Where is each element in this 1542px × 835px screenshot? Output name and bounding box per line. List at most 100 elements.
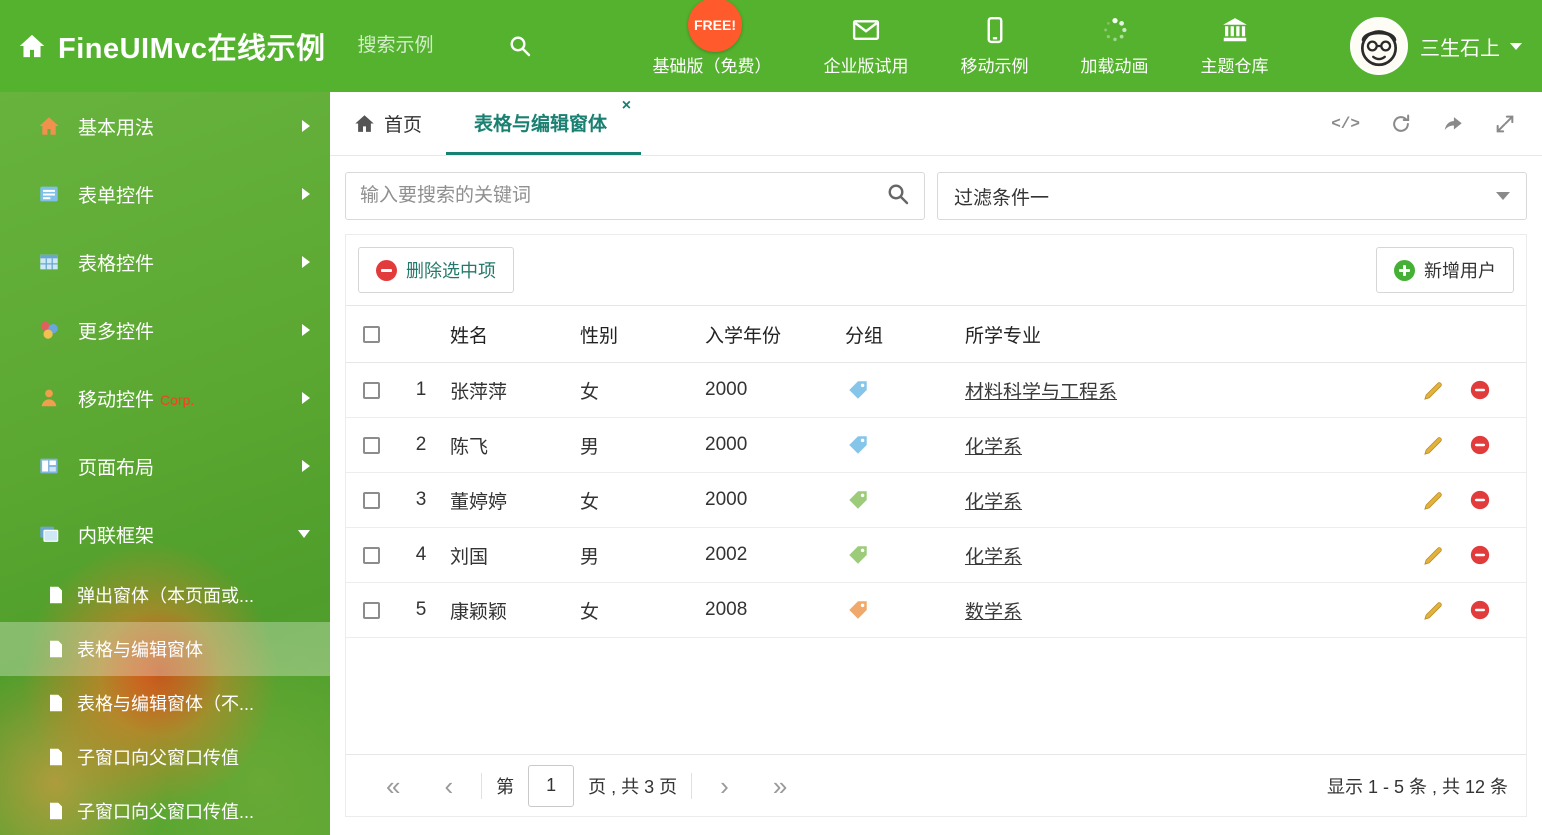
search-icon[interactable] <box>886 182 910 211</box>
row-checkbox[interactable] <box>362 436 380 454</box>
tab-grid-edit-window[interactable]: 表格与编辑窗体 × <box>446 92 642 155</box>
tag-icon <box>841 544 961 566</box>
file-icon <box>48 694 65 712</box>
major-link[interactable]: 化学系 <box>965 547 1022 568</box>
table-row: 1 张萍萍 女 2000 材料科学与工程系 <box>346 363 1526 418</box>
user-menu[interactable]: 三生石上 <box>1350 17 1522 75</box>
tag-icon <box>841 489 961 511</box>
avatar <box>1350 17 1408 75</box>
delete-button[interactable] <box>1469 489 1491 511</box>
nav-theme-store[interactable]: 主题仓库 <box>1175 15 1295 77</box>
sidebar-subitem-popup-window[interactable]: 弹出窗体（本页面或... <box>0 568 330 622</box>
tab-home[interactable]: 首页 <box>330 92 446 155</box>
filter-dropdown-value: 过滤条件一 <box>954 187 1050 209</box>
source-code-icon[interactable]: </> <box>1331 115 1360 133</box>
table-row: 2 陈飞 男 2000 化学系 <box>346 418 1526 473</box>
user-name: 三生石上 <box>1420 37 1500 60</box>
sidebar-item-mobile-controls[interactable]: 移动控件 Corp. <box>0 364 330 432</box>
main-area: 首页 表格与编辑窗体 × </> 输入要搜索的关键词 过滤条件一 删除选中项 新… <box>330 92 1542 835</box>
filter-row: 过滤条件一 <box>345 172 1527 220</box>
chevron-down-icon <box>1496 192 1510 200</box>
cell-gender: 女 <box>580 381 600 403</box>
search-icon[interactable] <box>508 34 532 58</box>
sidebar-subitem-child-to-parent-2[interactable]: 子窗口向父窗口传值... <box>0 784 330 835</box>
prev-page-button[interactable]: ‹ <box>422 773 475 799</box>
filter-dropdown[interactable]: 过滤条件一 <box>937 172 1527 220</box>
edit-button[interactable] <box>1422 434 1445 457</box>
add-user-button[interactable]: 新增用户 <box>1376 247 1514 293</box>
tag-icon <box>841 379 961 401</box>
edit-button[interactable] <box>1422 489 1445 512</box>
delete-button[interactable] <box>1469 379 1491 401</box>
file-icon <box>48 748 65 766</box>
edit-button[interactable] <box>1422 599 1445 622</box>
column-header-major: 所学专业 <box>965 325 1042 347</box>
minus-circle-icon <box>376 259 397 281</box>
page-content: 过滤条件一 删除选中项 新增用户 <box>330 156 1542 835</box>
phone-icon <box>980 15 1010 45</box>
delete-button[interactable] <box>1469 599 1491 621</box>
sidebar-item-form-controls[interactable]: 表单控件 <box>0 160 330 228</box>
nav-label: 主题仓库 <box>1200 57 1269 76</box>
delete-button[interactable] <box>1469 434 1491 456</box>
app-title: FineUIMvc在线示例 <box>58 33 326 65</box>
major-link[interactable]: 数学系 <box>965 602 1022 623</box>
sidebar-item-iframe[interactable]: 内联框架 <box>0 500 330 568</box>
layout-icon <box>38 455 62 477</box>
file-icon <box>48 640 65 658</box>
page-number-input[interactable] <box>528 764 575 807</box>
cell-name: 刘国 <box>450 546 489 568</box>
row-checkbox[interactable] <box>362 491 380 509</box>
nav-label: 基础版（免费） <box>652 57 772 76</box>
first-page-button[interactable]: « <box>364 773 422 799</box>
edit-button[interactable] <box>1422 544 1445 567</box>
header-search <box>357 34 532 58</box>
row-checkbox[interactable] <box>362 601 380 619</box>
last-page-button[interactable]: » <box>751 773 809 799</box>
tab-actions: </> <box>1331 92 1542 155</box>
nav-loading-animation[interactable]: 加载动画 <box>1055 15 1175 77</box>
sidebar-item-basic-usage[interactable]: 基本用法 <box>0 92 330 160</box>
edit-button[interactable] <box>1422 379 1445 402</box>
next-page-button[interactable]: › <box>698 773 751 799</box>
header-search-input[interactable] <box>357 35 508 57</box>
sidebar-subitem-grid-edit-window[interactable]: 表格与编辑窗体 <box>0 622 330 676</box>
chevron-right-icon <box>302 120 310 132</box>
major-link[interactable]: 材料科学与工程系 <box>965 382 1117 403</box>
refresh-icon[interactable] <box>1390 113 1412 135</box>
sidebar-subitem-child-to-parent[interactable]: 子窗口向父窗口传值 <box>0 730 330 784</box>
keyword-search-input[interactable] <box>360 185 886 207</box>
major-link[interactable]: 化学系 <box>965 492 1022 513</box>
sidebar-item-more-controls[interactable]: 更多控件 <box>0 296 330 364</box>
pagination-bar: « ‹ 第 页 , 共 3 页 › » 显示 1 - 5 条 , 共 12 条 <box>346 754 1526 816</box>
row-checkbox[interactable] <box>362 546 380 564</box>
delete-button[interactable] <box>1469 544 1491 566</box>
chevron-right-icon <box>302 460 310 472</box>
major-link[interactable]: 化学系 <box>965 437 1022 458</box>
chevron-right-icon <box>302 188 310 200</box>
delete-selected-button[interactable]: 删除选中项 <box>358 247 514 293</box>
corp-badge: Corp. <box>160 392 195 408</box>
cell-year: 2000 <box>705 379 748 400</box>
keyword-search-box <box>345 172 925 220</box>
nav-label: 企业版试用 <box>823 57 909 76</box>
app-header: FineUIMvc在线示例 FREE! 基础版（免费） 企业版试用 移动示例 <box>0 0 1542 92</box>
sidebar-item-grid-controls[interactable]: 表格控件 <box>0 228 330 296</box>
sidebar-subitem-grid-edit-window-2[interactable]: 表格与编辑窗体（不... <box>0 676 330 730</box>
cell-name: 陈飞 <box>450 436 489 458</box>
sidebar-item-page-layout[interactable]: 页面布局 <box>0 432 330 500</box>
column-header-year: 入学年份 <box>705 325 782 347</box>
app-home-icon[interactable] <box>18 32 46 60</box>
table-icon <box>38 251 62 273</box>
close-icon[interactable]: × <box>622 98 631 114</box>
fullscreen-icon[interactable] <box>1494 113 1516 135</box>
select-all-checkbox[interactable] <box>362 325 380 343</box>
nav-mobile-demo[interactable]: 移动示例 <box>935 15 1055 77</box>
nav-enterprise-trial[interactable]: 企业版试用 <box>798 15 935 77</box>
row-checkbox[interactable] <box>362 381 380 399</box>
sidebar: 基本用法 表单控件 表格控件 更多控件 移动控件 Corp. 页面布局 内联框架… <box>0 92 330 835</box>
file-icon <box>48 802 65 820</box>
mobile-icon <box>38 387 62 409</box>
share-icon[interactable] <box>1442 113 1464 135</box>
frame-icon <box>38 523 62 545</box>
